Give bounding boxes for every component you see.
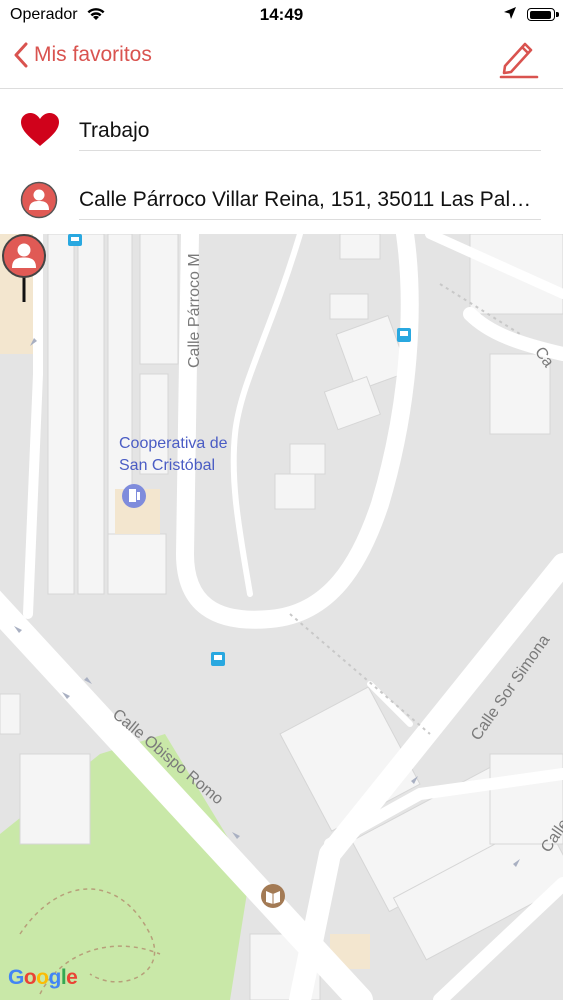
location-pin-icon[interactable] xyxy=(0,234,48,306)
favorite-name-row: Trabajo xyxy=(0,96,563,166)
poi-cooperativa[interactable]: Cooperativa de San Cristóbal xyxy=(119,433,228,477)
chevron-left-icon xyxy=(14,42,28,68)
battery-icon xyxy=(527,8,559,21)
clock: 14:49 xyxy=(259,5,304,24)
user-location-icon xyxy=(20,181,58,219)
heart-icon xyxy=(21,113,59,146)
poi-label-line2: San Cristóbal xyxy=(119,457,216,474)
street-label-parroco: Calle Párroco M xyxy=(186,253,203,368)
navigation-bar: Mis favoritos xyxy=(0,30,563,89)
favorite-address-field[interactable]: Calle Párroco Villar Reina, 151, 35011 L… xyxy=(79,181,541,220)
location-arrow-icon xyxy=(504,7,516,19)
map-canvas xyxy=(0,234,563,1000)
status-bar: Operador 14:49 xyxy=(0,0,563,30)
favorite-name-field[interactable]: Trabajo xyxy=(79,112,541,151)
google-logo: Google xyxy=(8,966,78,989)
favorite-address-row: Calle Párroco Villar Reina, 151, 35011 L… xyxy=(0,165,563,235)
map-view[interactable]: Calle Párroco M Calle Obispo Romo Calle … xyxy=(0,234,563,1000)
pencil-icon[interactable] xyxy=(497,38,539,80)
poi-label-line1: Cooperativa de xyxy=(119,435,228,452)
back-button[interactable]: Mis favoritos xyxy=(14,42,152,68)
back-button-label: Mis favoritos xyxy=(34,43,152,66)
